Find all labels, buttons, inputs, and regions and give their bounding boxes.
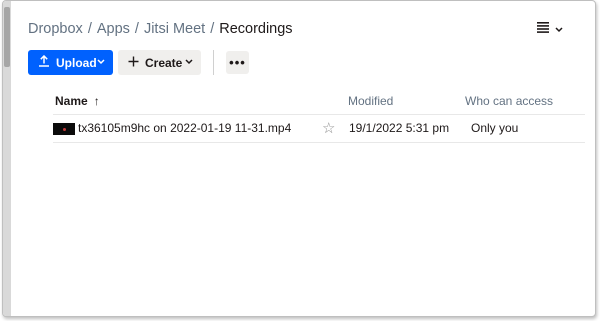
column-header-access: Who can access — [465, 94, 554, 108]
column-header-modified[interactable]: Modified — [348, 94, 393, 108]
table-header: Name ↑ Modified Who can access — [28, 89, 595, 113]
upload-icon — [38, 54, 50, 70]
upload-label: Upload — [56, 55, 97, 70]
chevron-down-icon — [555, 21, 563, 36]
scrollbar-thumb[interactable] — [4, 7, 10, 67]
breadcrumb-separator: / — [210, 21, 215, 37]
plus-icon — [128, 56, 139, 70]
video-thumbnail-icon — [53, 123, 75, 135]
file-access: Only you — [471, 121, 519, 135]
more-actions-button[interactable]: ••• — [226, 51, 249, 74]
chevron-down-icon — [97, 57, 105, 68]
table-row[interactable]: tx36105m9hc on 2022-01-19 11-31.mp4 ☆ 19… — [28, 116, 595, 142]
file-name[interactable]: tx36105m9hc on 2022-01-19 11-31.mp4 — [78, 121, 291, 135]
chevron-down-icon — [185, 57, 193, 68]
toolbar-divider — [213, 50, 214, 75]
breadcrumb-item-dropbox[interactable]: Dropbox — [28, 21, 83, 37]
breadcrumb: Dropbox / Apps / Jitsi Meet / Recordings — [28, 21, 293, 37]
breadcrumb-item-jitsi-meet[interactable]: Jitsi Meet — [144, 21, 205, 37]
row-divider — [53, 142, 585, 143]
upload-button[interactable]: Upload — [28, 50, 113, 75]
file-modified: 19/1/2022 5:31 pm — [349, 121, 450, 135]
star-icon[interactable]: ☆ — [322, 119, 335, 137]
create-button[interactable]: Create — [118, 50, 201, 75]
breadcrumb-separator: / — [134, 21, 139, 37]
view-toggle-button[interactable] — [537, 21, 563, 36]
header-divider — [53, 114, 585, 115]
column-header-name-label: Name — [55, 94, 88, 108]
breadcrumb-separator: / — [87, 21, 92, 37]
breadcrumb-item-apps[interactable]: Apps — [97, 21, 130, 37]
create-label: Create — [145, 55, 183, 70]
page-title: Recordings — [219, 21, 293, 37]
list-view-icon — [537, 21, 549, 36]
scrollbar[interactable] — [3, 1, 11, 316]
app-window: Dropbox / Apps / Jitsi Meet / Recordings Uploa… — [2, 0, 596, 317]
column-header-name[interactable]: Name ↑ — [55, 94, 100, 108]
toolbar: Upload Create ••• — [28, 50, 249, 75]
sort-ascending-icon: ↑ — [93, 94, 100, 108]
